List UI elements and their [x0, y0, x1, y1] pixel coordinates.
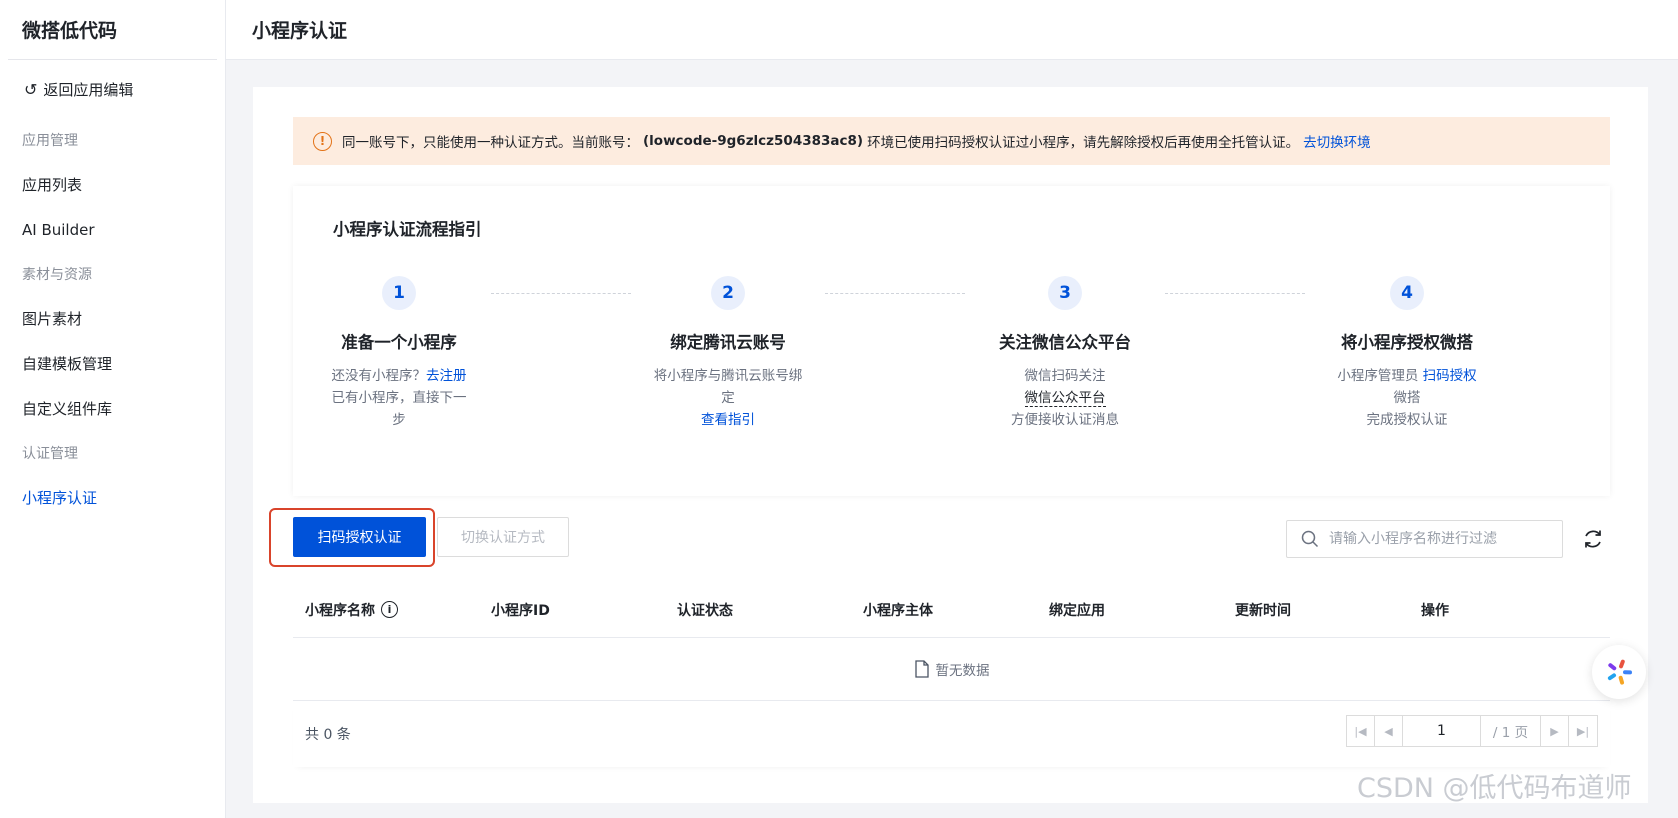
sidebar-item-ai-builder[interactable]: AI Builder	[0, 207, 225, 252]
table-footer: 共 0 条 |◀ ◀ 1 / 1 页 ▶ ▶|	[293, 701, 1610, 767]
empty-state: 暂无数据	[293, 638, 1610, 701]
undo-icon: ↺	[24, 79, 38, 99]
step-desc-text: 已有小程序，直接下一步	[331, 390, 467, 428]
warning-icon: !	[313, 131, 332, 151]
step-number: 4	[1390, 276, 1424, 310]
column-header: 小程序名称 i	[293, 600, 479, 620]
step-desc-text: 方便接收认证消息	[1011, 412, 1119, 428]
step-connector	[825, 293, 965, 294]
step-title: 将小程序授权微搭	[1341, 333, 1473, 352]
step-desc: 小程序管理员 扫码授权 微搭 完成授权认证	[1307, 365, 1507, 431]
step-3: 3 关注微信公众平台 微信扫码关注 微信公众平台 方便接收认证消息	[965, 276, 1165, 431]
step-desc: 微信扫码关注 微信公众平台 方便接收认证消息	[965, 365, 1165, 431]
sidebar: 微搭低代码 ↺ 返回应用编辑 应用管理 应用列表 AI Builder 素材与资…	[0, 0, 226, 818]
nav-group-app: 应用管理	[22, 133, 78, 149]
column-header: 绑定应用	[1049, 602, 1105, 619]
sidebar-item-templates[interactable]: 自建模板管理	[0, 341, 225, 386]
view-guide-link[interactable]: 查看指引	[701, 412, 755, 428]
page-input[interactable]: 1	[1403, 716, 1481, 746]
column-header: 小程序主体	[863, 602, 933, 619]
step-connector	[1165, 293, 1305, 294]
column-header: 操作	[1421, 602, 1449, 619]
info-icon[interactable]: i	[381, 601, 398, 618]
step-desc-text: 微搭	[1393, 390, 1421, 406]
step-title: 关注微信公众平台	[999, 333, 1131, 352]
pagination: |◀ ◀ 1 / 1 页 ▶ ▶|	[1346, 715, 1598, 747]
page-title: 小程序认证	[226, 0, 1678, 60]
assistant-float-button[interactable]	[1592, 645, 1646, 699]
guide-title: 小程序认证流程指引	[333, 220, 482, 239]
step-title: 绑定腾讯云账号	[670, 333, 786, 352]
step-desc: 将小程序与腾讯云账号绑定 查看指引	[628, 365, 828, 431]
refresh-icon[interactable]	[1581, 527, 1605, 551]
column-label: 小程序名称	[305, 602, 375, 619]
total-count: 共 0 条	[305, 727, 351, 743]
next-page-icon[interactable]: ▶	[1541, 716, 1569, 746]
auth-guide-panel: 小程序认证流程指引 1 准备一个小程序 还没有小程序？去注册 已有小程序，直接下…	[293, 186, 1610, 496]
step-2: 2 绑定腾讯云账号 将小程序与腾讯云账号绑定 查看指引	[628, 276, 828, 431]
step-number: 3	[1048, 276, 1082, 310]
register-link[interactable]: 去注册	[426, 368, 467, 384]
step-4: 4 将小程序授权微搭 小程序管理员 扫码授权 微搭 完成授权认证	[1307, 276, 1507, 431]
column-header: 小程序ID	[491, 602, 550, 619]
step-desc-text: 将小程序与腾讯云账号绑定	[653, 368, 803, 406]
step-desc-text: 还没有小程序？	[331, 368, 427, 384]
step-desc: 还没有小程序？去注册 已有小程序，直接下一步	[299, 365, 499, 431]
sidebar-item-app-list[interactable]: 应用列表	[0, 162, 225, 207]
step-number: 1	[382, 276, 416, 310]
switch-auth-method-button: 切换认证方式	[437, 517, 569, 557]
search-input[interactable]	[1329, 531, 1549, 547]
brand-title: 微搭低代码	[8, 0, 217, 60]
empty-text: 暂无数据	[935, 663, 990, 679]
back-to-editor-link[interactable]: ↺ 返回应用编辑	[0, 60, 225, 118]
step-connector	[491, 293, 631, 294]
nav-group-auth: 认证管理	[22, 446, 78, 462]
main-card: ! 同一账号下，只能使用一种认证方式。当前账号： (lowcode-9g6zlc…	[253, 87, 1648, 803]
last-page-icon[interactable]: ▶|	[1569, 716, 1597, 746]
step-1: 1 准备一个小程序 还没有小程序？去注册 已有小程序，直接下一步	[299, 276, 499, 431]
sidebar-item-images[interactable]: 图片素材	[0, 296, 225, 341]
scan-auth-button[interactable]: 扫码授权认证	[293, 517, 426, 557]
mini-program-table: 小程序名称 i 小程序ID 认证状态 小程序主体 绑定应用 更新时间 操作 暂无…	[293, 582, 1610, 767]
first-page-icon[interactable]: |◀	[1347, 716, 1375, 746]
prev-page-icon[interactable]: ◀	[1375, 716, 1403, 746]
column-header: 认证状态	[677, 602, 733, 619]
document-icon	[914, 660, 929, 678]
switch-env-link[interactable]: 去切换环境	[1303, 131, 1371, 151]
assistant-logo-icon	[1607, 659, 1632, 685]
search-icon	[1301, 530, 1319, 548]
column-header: 更新时间	[1235, 602, 1291, 619]
step-desc-text: 小程序管理员	[1337, 368, 1419, 384]
alert-account: (lowcode-9g6zlcz504383ac8)	[643, 133, 864, 149]
page-total: / 1 页	[1481, 716, 1541, 746]
table-header: 小程序名称 i 小程序ID 认证状态 小程序主体 绑定应用 更新时间 操作	[293, 582, 1610, 638]
step-desc-text: 完成授权认证	[1366, 412, 1448, 428]
step-number: 2	[711, 276, 745, 310]
search-box[interactable]	[1286, 520, 1563, 558]
step-desc-text: 微信扫码关注	[1024, 368, 1106, 384]
sidebar-item-components[interactable]: 自定义组件库	[0, 386, 225, 431]
nav-group-assets: 素材与资源	[22, 267, 92, 283]
scan-auth-link[interactable]: 扫码授权	[1423, 368, 1477, 384]
wechat-platform-link[interactable]: 微信公众平台	[1024, 390, 1106, 407]
alert-suffix: 环境已使用扫码授权认证过小程序，请先解除授权后再使用全托管认证。	[867, 135, 1300, 151]
warning-alert: ! 同一账号下，只能使用一种认证方式。当前账号： (lowcode-9g6zlc…	[293, 117, 1610, 165]
watermark: CSDN @低代码布道师	[1357, 773, 1632, 804]
sidebar-item-mp-auth[interactable]: 小程序认证	[0, 475, 225, 520]
alert-prefix: 同一账号下，只能使用一种认证方式。当前账号：	[342, 135, 639, 151]
step-title: 准备一个小程序	[341, 333, 457, 352]
back-label: 返回应用编辑	[43, 80, 134, 99]
